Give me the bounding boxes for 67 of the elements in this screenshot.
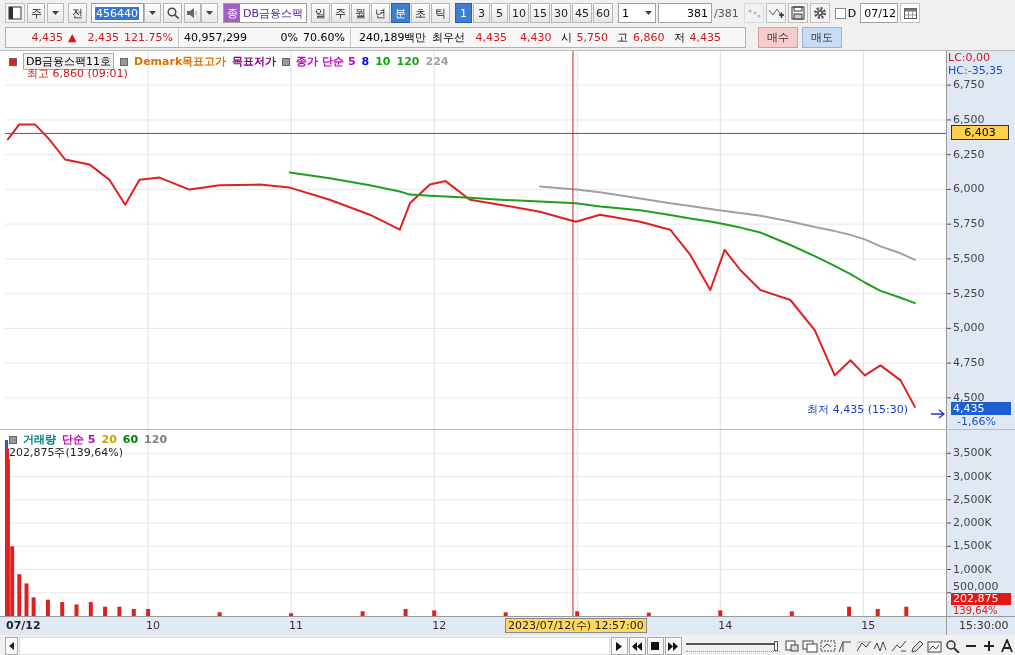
ratio-value: 0% xyxy=(280,31,299,44)
legend-item: Demark목표고가 xyxy=(134,54,227,69)
axis-label: 6,500 xyxy=(953,112,985,126)
axis-label: 1,000K xyxy=(953,562,992,576)
legend-item: 종가 단순 5 xyxy=(296,54,356,69)
up-arrow-icon: ▲ xyxy=(68,31,77,44)
checkbox-label: D xyxy=(847,6,857,20)
axis-label: 6,750 xyxy=(953,78,985,92)
change-rate: -1,66% xyxy=(957,415,996,428)
axis-label: 4,500 xyxy=(953,390,985,404)
amount-value: 240,189백만 xyxy=(359,30,427,45)
last-price-tag: 4,435 xyxy=(951,402,1011,415)
legend-item: 목표저가 xyxy=(232,54,277,69)
legend-item: 120 xyxy=(396,55,420,68)
axis-label: 12 xyxy=(432,619,447,632)
cursor-time-tag: 2023/07/12(수) 12:57:00 xyxy=(504,618,647,633)
lc-value: LC:0,00 xyxy=(948,51,990,64)
axis-label: 07/12 xyxy=(6,619,41,632)
axis-label: 4,750 xyxy=(953,356,985,370)
axis-label: 5,750 xyxy=(953,217,985,231)
axis-label: 2,000K xyxy=(953,516,992,529)
legend-item: 8 xyxy=(361,55,370,68)
volume-note: 202,875주(139,64%) xyxy=(9,446,123,459)
axis-label: 3,000K xyxy=(953,469,992,483)
high-value: 6,860 xyxy=(633,31,665,44)
change-rate: 121.75% xyxy=(124,31,173,44)
axis-label: 11 xyxy=(289,619,304,632)
high-price-note: 최고 6,860 (09:01) xyxy=(27,67,128,80)
chart-title: DB금융스팩11호 xyxy=(23,53,114,70)
end-time-label: 15:30:00 xyxy=(959,619,1009,634)
open-value: 5,750 xyxy=(576,31,608,44)
legend-item: 60 xyxy=(122,433,139,446)
axis-label: 5,250 xyxy=(953,286,985,300)
ratio-value: 70.60% xyxy=(303,31,345,44)
low-label: 저 xyxy=(673,30,685,45)
price-value: 4,435 xyxy=(31,31,64,44)
axis-label: 15 xyxy=(861,619,876,632)
axis-label: 14 xyxy=(718,619,733,632)
axis-label: 500,000 xyxy=(953,579,999,593)
axis-label: 10 xyxy=(146,619,161,632)
best-price-label: 최우선 xyxy=(431,30,465,45)
axis-label: 1,500K xyxy=(953,539,992,553)
axis-label: 2,500K xyxy=(953,492,992,506)
cursor-price-tag: 6,403 xyxy=(951,125,1009,141)
ask-value: 4,435 xyxy=(475,31,507,44)
legend-item: 120 xyxy=(144,433,168,446)
bid-value: 4,430 xyxy=(520,31,552,44)
axis-label: 6,250 xyxy=(953,147,985,161)
last-volume-tag: 202,875 xyxy=(951,593,1011,605)
axis-label: 5,000 xyxy=(953,321,985,335)
axis-label: 5,500 xyxy=(953,251,985,265)
legend-item: 224 xyxy=(425,55,449,68)
legend-item: 20 xyxy=(101,433,117,446)
legend-item: 단순 5 xyxy=(62,432,96,447)
low-value: 4,435 xyxy=(689,31,721,44)
axis-label: 6,000 xyxy=(953,182,985,196)
volume-ratio: 139,64% xyxy=(953,605,998,616)
volume-value: 40,957,299 xyxy=(184,31,247,44)
legend-item: 거래량 xyxy=(23,432,56,447)
change-value: 2,435 xyxy=(87,31,120,44)
open-label: 시 xyxy=(560,30,572,45)
high-label: 고 xyxy=(617,30,628,45)
legend-item: 10 xyxy=(375,55,391,68)
low-price-note: 최저 4,435 (15:30) xyxy=(807,403,908,416)
total-count: /381 xyxy=(714,6,739,20)
axis-label: 3,500K xyxy=(953,446,992,460)
hc-value: HC:-35,35 xyxy=(948,64,1004,77)
